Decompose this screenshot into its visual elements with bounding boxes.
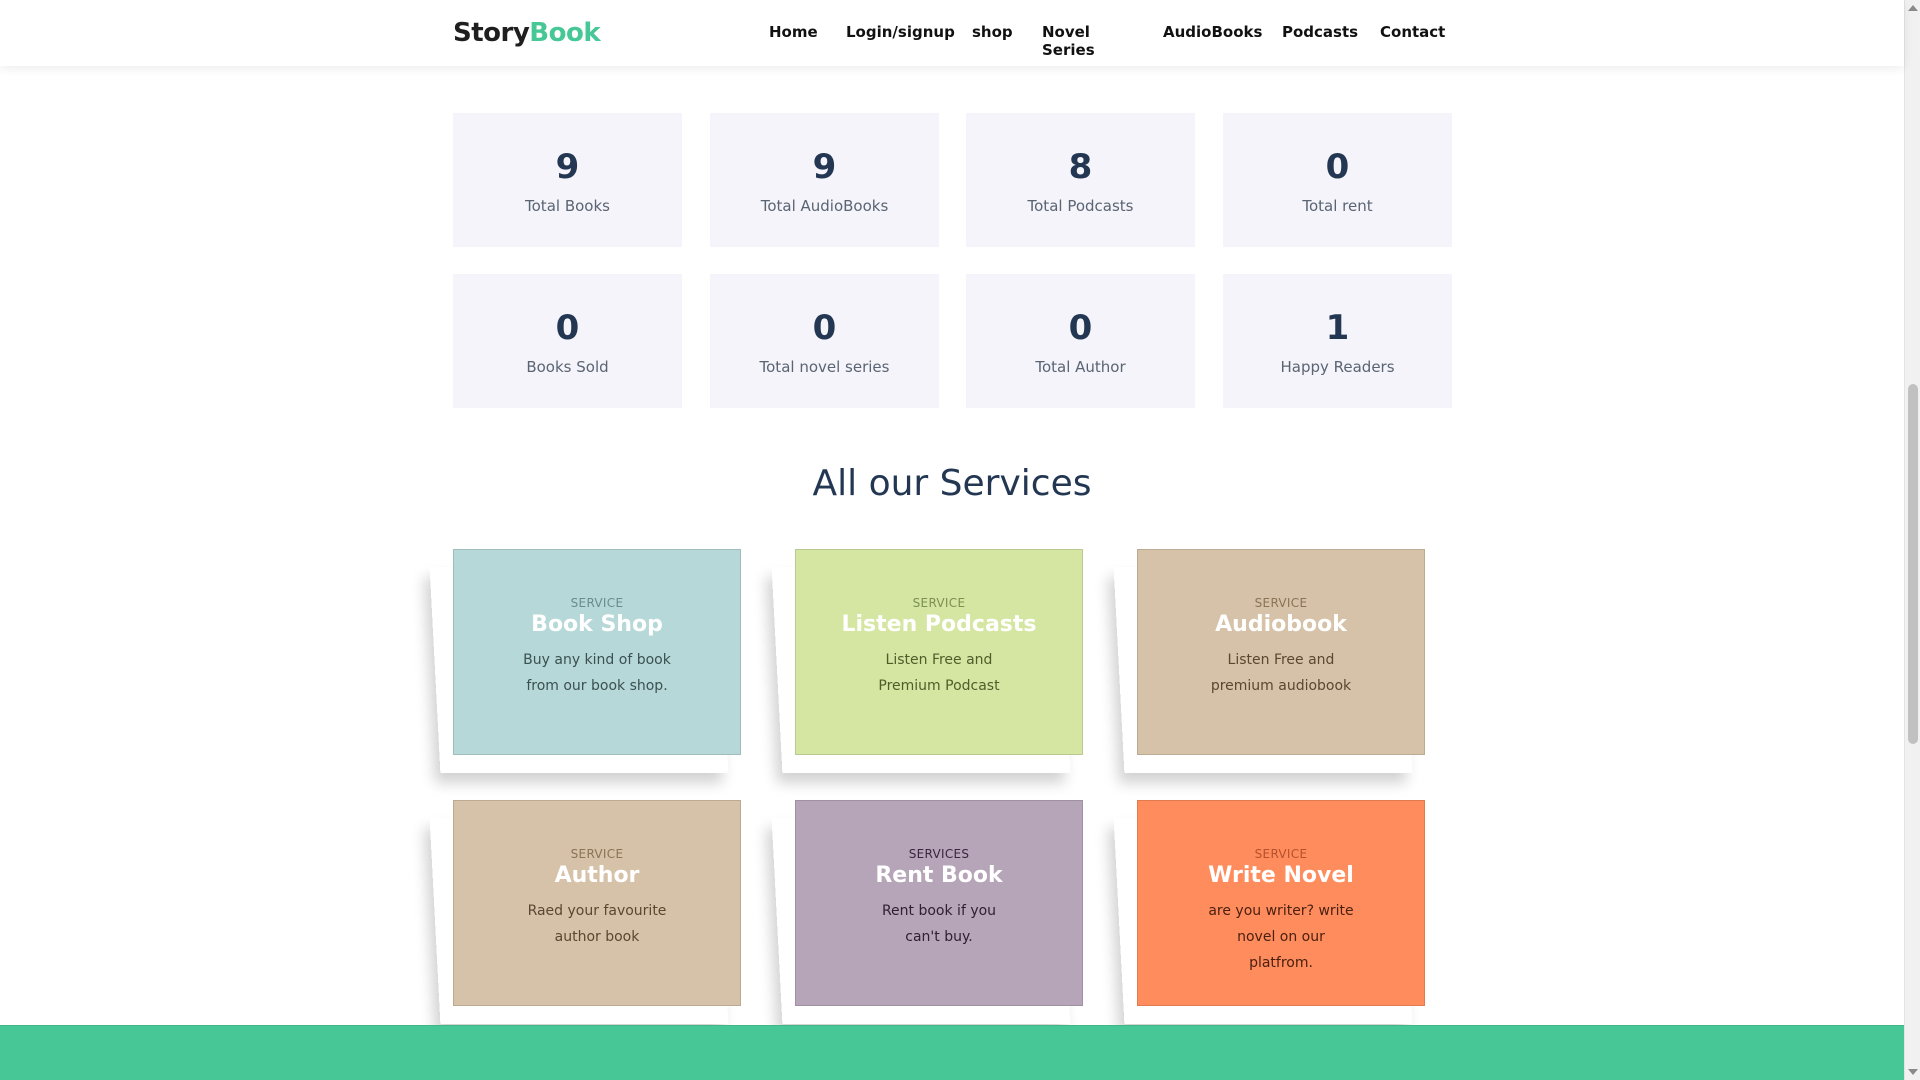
logo-story-text: Story (453, 18, 530, 48)
service-title: Audiobook (1215, 612, 1347, 637)
stat-value: 9 (555, 147, 580, 187)
service-card-audiobook[interactable]: SERVICE Audiobook Listen Free and premiu… (1137, 549, 1425, 755)
stat-total-rent: 0 Total rent (1223, 113, 1452, 247)
stat-total-novel-series: 0 Total novel series (710, 274, 939, 408)
nav-podcasts[interactable]: Podcasts (1282, 23, 1358, 41)
service-card-listen-podcasts[interactable]: SERVICE Listen Podcasts Listen Free and … (795, 549, 1083, 755)
stat-label: Total rent (1302, 197, 1373, 215)
service-card-write-novel[interactable]: SERVICE Write Novel are you writer? writ… (1137, 800, 1425, 1006)
service-card-body[interactable]: SERVICE Author Raed your favourite autho… (453, 800, 741, 1006)
stat-label: Total AudioBooks (760, 197, 889, 215)
stat-value: 9 (812, 147, 837, 187)
stat-value: 0 (555, 308, 580, 348)
service-card-rent-book[interactable]: SERVICES Rent Book Rent book if you can'… (795, 800, 1083, 1006)
stat-value: 0 (812, 308, 837, 348)
service-kicker: SERVICE (912, 596, 966, 610)
stat-total-podcasts: 8 Total Podcasts (966, 113, 1195, 247)
service-desc: are you writer? write novel on our platf… (1208, 903, 1354, 971)
nav-home[interactable]: Home (769, 23, 818, 41)
nav-login-signup[interactable]: Login/signup (846, 23, 955, 41)
stat-label: Happy Readers (1280, 358, 1395, 376)
service-card-body[interactable]: SERVICES Rent Book Rent book if you can'… (795, 800, 1083, 1006)
stat-label: Total Podcasts (1027, 197, 1134, 215)
nav-shop[interactable]: shop (972, 23, 1013, 41)
nav-novel-series[interactable]: Novel Series (1042, 23, 1095, 59)
stat-value: 8 (1068, 147, 1093, 187)
services-heading: All our Services (812, 463, 1092, 504)
service-title: Book Shop (531, 612, 663, 637)
stat-value: 0 (1325, 147, 1350, 187)
stat-books-sold: 0 Books Sold (453, 274, 682, 408)
stat-label: Total Author (1035, 358, 1126, 376)
top-nav-bar: StoryBook Home Login/signup shop Novel S… (0, 0, 1904, 66)
service-title: Author (554, 863, 640, 888)
service-title: Listen Podcasts (841, 612, 1037, 637)
service-desc: Listen Free and premium audiobook (1210, 652, 1352, 694)
page-scrollbar[interactable] (1904, 0, 1920, 1080)
service-desc: Listen Free and Premium Podcast (878, 652, 1000, 694)
service-kicker: SERVICES (908, 847, 970, 861)
stat-label: Total novel series (759, 358, 890, 376)
service-kicker: SERVICE (570, 596, 624, 610)
stat-total-author: 0 Total Author (966, 274, 1195, 408)
nav-contact[interactable]: Contact (1380, 23, 1445, 41)
site-logo[interactable]: StoryBook (453, 18, 601, 48)
nav-audiobooks[interactable]: AudioBooks (1163, 23, 1262, 41)
service-title: Rent Book (875, 863, 1003, 888)
stat-happy-readers: 1 Happy Readers (1223, 274, 1452, 408)
scroll-up-icon[interactable] (1908, 5, 1918, 11)
stat-total-books: 9 Total Books (453, 113, 682, 247)
service-title: Write Novel (1208, 863, 1354, 888)
service-kicker: SERVICE (570, 847, 624, 861)
service-card-body[interactable]: SERVICE Book Shop Buy any kind of book f… (453, 549, 741, 755)
stat-value: 0 (1068, 308, 1093, 348)
service-desc: Rent book if you can't buy. (881, 903, 997, 945)
stat-label: Total Books (525, 197, 610, 215)
service-card-author[interactable]: SERVICE Author Raed your favourite autho… (453, 800, 741, 1006)
service-kicker: SERVICE (1254, 847, 1308, 861)
scroll-down-icon[interactable] (1908, 1069, 1918, 1075)
service-desc: Raed your favourite author book (527, 903, 667, 945)
footer-band (0, 1025, 1904, 1080)
service-kicker: SERVICE (1254, 596, 1308, 610)
stat-label: Books Sold (526, 358, 609, 376)
service-desc: Buy any kind of book from our book shop. (523, 652, 671, 694)
stat-total-audiobooks: 9 Total AudioBooks (710, 113, 939, 247)
service-card-body[interactable]: SERVICE Listen Podcasts Listen Free and … (795, 549, 1083, 755)
service-card-body[interactable]: SERVICE Write Novel are you writer? writ… (1137, 800, 1425, 1006)
scroll-thumb[interactable] (1908, 384, 1918, 744)
service-card-body[interactable]: SERVICE Audiobook Listen Free and premiu… (1137, 549, 1425, 755)
logo-book-text: Book (529, 18, 601, 48)
stat-value: 1 (1325, 308, 1350, 348)
service-card-book-shop[interactable]: SERVICE Book Shop Buy any kind of book f… (453, 549, 741, 755)
